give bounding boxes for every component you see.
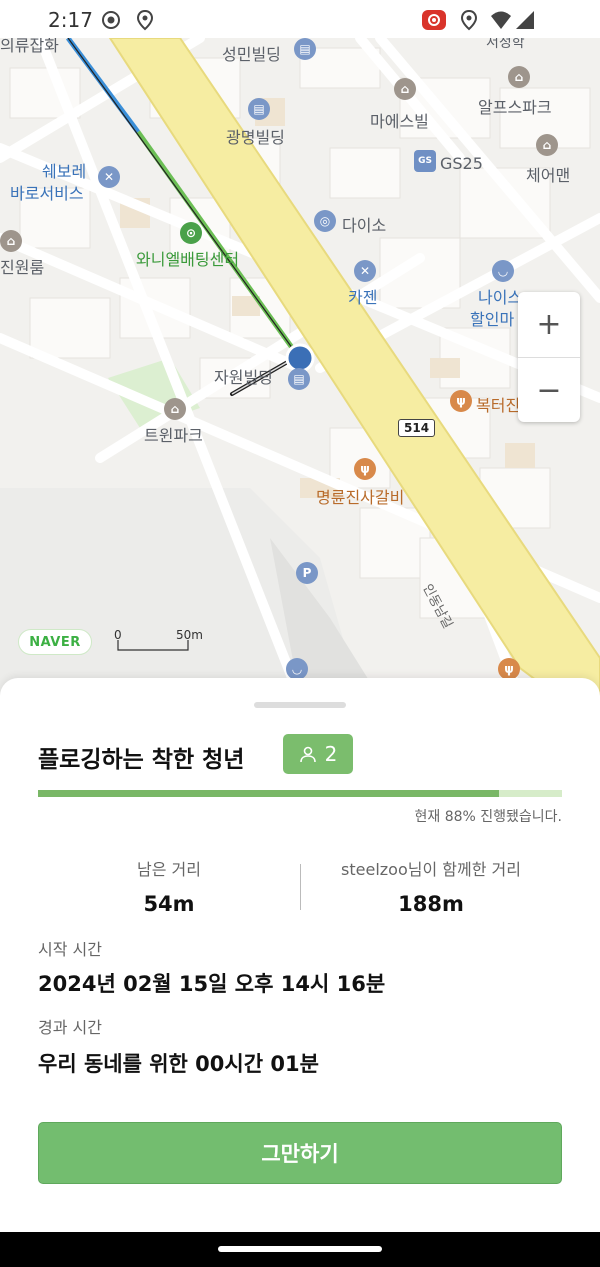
stop-button[interactable]: 그만하기 <box>38 1122 562 1184</box>
naver-logo[interactable]: NAVER <box>18 629 92 655</box>
basket-icon: ◡ <box>492 260 514 282</box>
home-gesture-bar[interactable] <box>218 1246 382 1252</box>
start-time-label: 시작 시간 <box>38 940 102 959</box>
poi-label: 쉐보레 <box>42 162 87 181</box>
house-icon: ⌂ <box>536 134 558 156</box>
poi-label: 알프스파크 <box>478 98 552 117</box>
wrench-icon: ✕ <box>98 166 120 188</box>
location-icon <box>460 9 478 31</box>
restaurant-icon: ψ <box>354 458 376 480</box>
participants-count: 2 <box>324 742 338 766</box>
scale-label: 50m <box>176 628 203 642</box>
elapsed-time-label: 경과 시간 <box>38 1018 102 1037</box>
building-icon: ▤ <box>294 38 316 60</box>
route-number-badge: 514 <box>398 419 436 437</box>
system-nav-bar <box>0 1232 600 1267</box>
wifi-icon <box>491 11 511 29</box>
record-icon <box>102 11 120 29</box>
house-icon: ⌂ <box>508 66 530 88</box>
zoom-control: + − <box>518 292 580 422</box>
signal-icon <box>516 11 534 29</box>
remaining-distance: 남은 거리 54m <box>38 856 300 916</box>
restaurant-icon: ψ <box>498 658 520 680</box>
plogging-bottom-sheet: 플로깅하는 착한 청년 2 현재 88% 진행됐습니다. 남은 거리 54m s… <box>0 678 600 1232</box>
poi-label: 카젠 <box>348 288 378 307</box>
progress-bar <box>38 790 562 797</box>
poi-label: 바로서비스 <box>10 184 84 203</box>
progress-text: 현재 88% 진행됐습니다. <box>414 809 562 825</box>
distance-stats: 남은 거리 54m steelzoo님이 함께한 거리 188m <box>38 856 562 920</box>
poi-label: 진원룸 <box>0 258 45 277</box>
location-icon <box>136 9 154 31</box>
poi-label: 복터진 <box>476 396 521 415</box>
sheet-drag-handle[interactable] <box>254 702 346 708</box>
building-icon: ▤ <box>288 368 310 390</box>
poi-label: 나이스 <box>478 288 523 307</box>
house-icon: ⌂ <box>394 78 416 100</box>
together-distance: steelzoo님이 함께한 거리 188m <box>300 856 562 916</box>
poi-label: 성민빌딩 <box>222 45 281 64</box>
elapsed-time-value: 우리 동네를 위한 00시간 01분 <box>38 1052 319 1076</box>
person-icon <box>299 746 316 763</box>
poi-label: 의류잡화 <box>0 38 59 55</box>
poi-label: 할인마 <box>470 310 515 329</box>
start-time-value: 2024년 02월 15일 오후 14시 16분 <box>38 972 386 996</box>
poi-label: 체어맨 <box>526 166 571 185</box>
map-view[interactable]: ▤ ⌂ ⌂ ▤ ⌂ GS ✕ ◎ ⊙ ⌂ ✕ ◡ ▤ ψ ⌂ ψ P ◡ ψ 의… <box>0 38 600 698</box>
status-time: 2:17 <box>48 8 93 32</box>
store-icon: ◎ <box>314 210 336 232</box>
poi-label: 다이소 <box>342 216 387 235</box>
house-icon: ⌂ <box>164 398 186 420</box>
parking-icon: P <box>296 562 318 584</box>
gs25-icon: GS <box>414 150 436 172</box>
poi-label: 광명빌딩 <box>226 128 285 147</box>
scale-zero: 0 <box>114 628 122 642</box>
poi-label: 트윈파크 <box>144 426 203 445</box>
restaurant-icon: ψ <box>450 390 472 412</box>
poi-label: 와니엘배팅센터 <box>136 250 240 269</box>
remaining-distance-value: 54m <box>143 892 195 916</box>
together-distance-label: steelzoo님이 함께한 거리 <box>341 860 521 879</box>
poi-label: 명륜진사갈비 <box>316 488 405 507</box>
status-bar: 2:17 <box>0 0 600 38</box>
zoom-out-button[interactable]: − <box>518 358 580 423</box>
leisure-icon: ⊙ <box>180 222 202 244</box>
house-icon: ⌂ <box>0 230 22 252</box>
wrench-icon: ✕ <box>354 260 376 282</box>
participants-badge[interactable]: 2 <box>283 734 353 774</box>
together-distance-value: 188m <box>398 892 464 916</box>
poi-label: 서정학 <box>486 38 525 51</box>
progress-fill <box>38 790 500 797</box>
building-icon: ▤ <box>248 98 270 120</box>
remaining-distance-label: 남은 거리 <box>137 860 201 879</box>
plogging-title: 플로깅하는 착한 청년 <box>38 747 245 773</box>
cast-icon <box>422 10 446 30</box>
poi-label: GS25 <box>440 154 483 173</box>
poi-label: 자원빌딩 <box>214 368 273 387</box>
store-icon: ◡ <box>286 658 308 680</box>
poi-label: 마에스빌 <box>370 112 429 131</box>
zoom-in-button[interactable]: + <box>518 292 580 357</box>
